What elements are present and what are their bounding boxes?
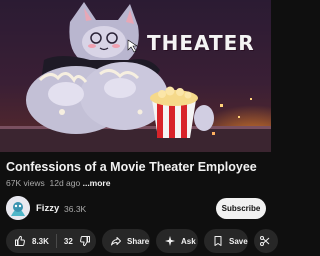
channel-name[interactable]: Fizzy: [36, 203, 59, 214]
subscribe-button[interactable]: Subscribe: [216, 198, 266, 219]
more-link[interactable]: ...more: [83, 178, 111, 188]
dislike-button[interactable]: [79, 235, 91, 247]
clip-button[interactable]: [254, 229, 278, 253]
ask-label: Ask: [181, 236, 196, 246]
video-thumbnail-art: [0, 0, 271, 152]
share-button[interactable]: Share: [102, 229, 150, 253]
like-divider: [55, 234, 57, 248]
ask-button[interactable]: Ask: [156, 229, 198, 253]
save-button[interactable]: Save: [204, 229, 248, 253]
action-bar: 8.3K 32 Share Ask Save: [0, 229, 278, 253]
clip-icon: [260, 236, 270, 246]
dislike-count: 32: [63, 236, 73, 246]
like-button[interactable]: 8.3K: [6, 235, 49, 247]
like-icon: [15, 235, 25, 246]
video-player[interactable]: THEATER: [0, 0, 271, 152]
dislike-icon: [79, 236, 90, 247]
share-label: Share: [127, 236, 150, 246]
save-icon: [214, 236, 222, 246]
like-count: 8.3K: [32, 236, 49, 246]
channel-avatar[interactable]: [6, 196, 30, 220]
thumbnail-title-text: THEATER: [147, 31, 255, 55]
save-label: Save: [229, 236, 248, 246]
share-icon: [111, 237, 121, 246]
like-dislike-group: 8.3K 32: [6, 229, 96, 253]
view-count: 67K views: [6, 178, 45, 188]
channel-row: Fizzy 36.3K Subscribe: [6, 196, 266, 222]
ask-sparkle-icon: [165, 236, 175, 246]
upload-age: 12d ago: [49, 178, 81, 188]
subscriber-count: 36.3K: [64, 204, 87, 214]
video-title[interactable]: Confessions of a Movie Theater Employee: [6, 160, 266, 174]
video-meta[interactable]: 67K views 12d ago ...more: [6, 178, 110, 188]
